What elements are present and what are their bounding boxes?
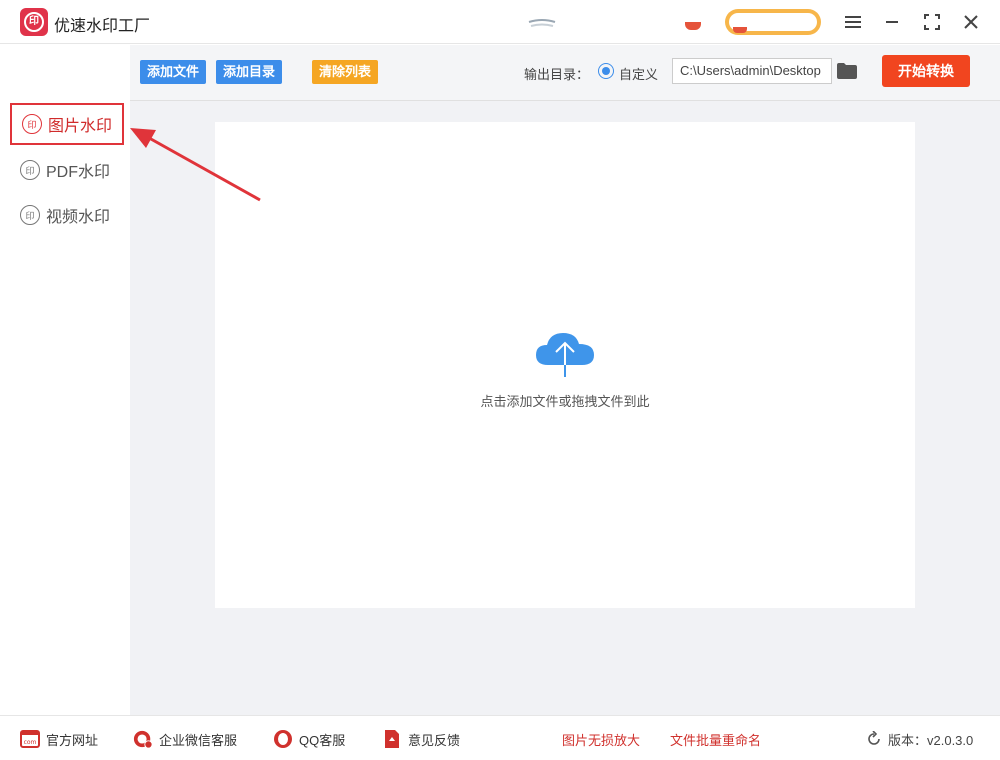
cloud-upload-icon	[536, 333, 594, 377]
logo-glyph: 印	[24, 12, 44, 32]
version-info[interactable]: 版本：v2.0.3.0	[866, 728, 973, 750]
sidebar-item-image-watermark[interactable]: 印 图片水印	[10, 103, 124, 145]
wechat-label: 企业微信客服	[159, 732, 238, 748]
clear-list-button[interactable]: 清除列表	[312, 60, 379, 84]
svg-text:com: com	[24, 739, 37, 746]
feedback-label: 意见反馈	[408, 732, 461, 748]
add-file-button[interactable]: 添加文件	[140, 60, 207, 84]
sidebar-item-label: 视频水印	[46, 209, 111, 226]
output-dir-label: 输出目录：	[524, 67, 590, 82]
dropzone-hint: 点击添加文件或拖拽文件到此	[480, 394, 650, 409]
toolbar: 添加文件 添加目录 清除列表 输出目录： 自定义 C:\Users\admin\…	[130, 45, 1000, 101]
batch-rename-link[interactable]: 文件批量重命名	[670, 730, 761, 749]
image-upscale-link[interactable]: 图片无损放大	[562, 730, 640, 749]
app-logo: 印	[20, 8, 48, 36]
custom-radio[interactable]	[598, 63, 614, 79]
sidebar: 印 图片水印 印 PDF水印 印 视频水印	[0, 45, 130, 715]
feedback-link[interactable]: 意见反馈	[382, 728, 460, 750]
output-path-field[interactable]: C:\Users\admin\Desktop	[672, 58, 832, 84]
minimize-icon[interactable]	[881, 11, 903, 33]
start-convert-button[interactable]: 开始转换	[882, 55, 970, 87]
folder-icon[interactable]	[837, 63, 857, 79]
wechat-support-link[interactable]: 企业微信客服	[133, 728, 237, 750]
website-label: 官方网址	[46, 732, 99, 748]
website-icon: com	[20, 729, 40, 749]
app-title: 优速水印工厂	[54, 18, 151, 35]
sidebar-item-pdf-watermark[interactable]: 印 PDF水印	[10, 149, 124, 191]
title-bar: 印 优速水印工厂	[0, 0, 1000, 44]
watermark-icon: 印	[20, 160, 40, 180]
refresh-icon	[868, 731, 880, 745]
banner-graphic-icon	[528, 19, 556, 27]
qq-support-link[interactable]: QQ客服	[273, 728, 345, 750]
sidebar-item-label: 图片水印	[48, 118, 113, 135]
file-dropzone[interactable]: 点击添加文件或拖拽文件到此	[215, 122, 915, 608]
footer: com 官方网址 企业微信客服 QQ客服 意见反馈 图片无损放大 文件批量重命名…	[0, 715, 1000, 760]
promo-banner[interactable]	[725, 9, 821, 35]
close-icon[interactable]	[960, 11, 982, 33]
watermark-icon: 印	[22, 114, 42, 134]
add-folder-button[interactable]: 添加目录	[216, 60, 283, 84]
menu-icon[interactable]	[842, 11, 864, 33]
version-label: 版本：v2.0.3.0	[888, 732, 974, 748]
website-link[interactable]: com 官方网址	[20, 728, 98, 750]
badge-icon	[685, 22, 701, 30]
qq-icon	[273, 729, 293, 749]
sidebar-item-label: PDF水印	[46, 164, 111, 181]
qq-label: QQ客服	[299, 732, 346, 748]
maximize-icon[interactable]	[921, 11, 943, 33]
sidebar-item-video-watermark[interactable]: 印 视频水印	[10, 194, 124, 236]
wechat-icon	[133, 729, 153, 749]
watermark-icon: 印	[20, 205, 40, 225]
annotation-arrow-icon	[130, 128, 261, 202]
custom-radio-label: 自定义	[619, 67, 659, 82]
feedback-icon	[382, 729, 402, 749]
